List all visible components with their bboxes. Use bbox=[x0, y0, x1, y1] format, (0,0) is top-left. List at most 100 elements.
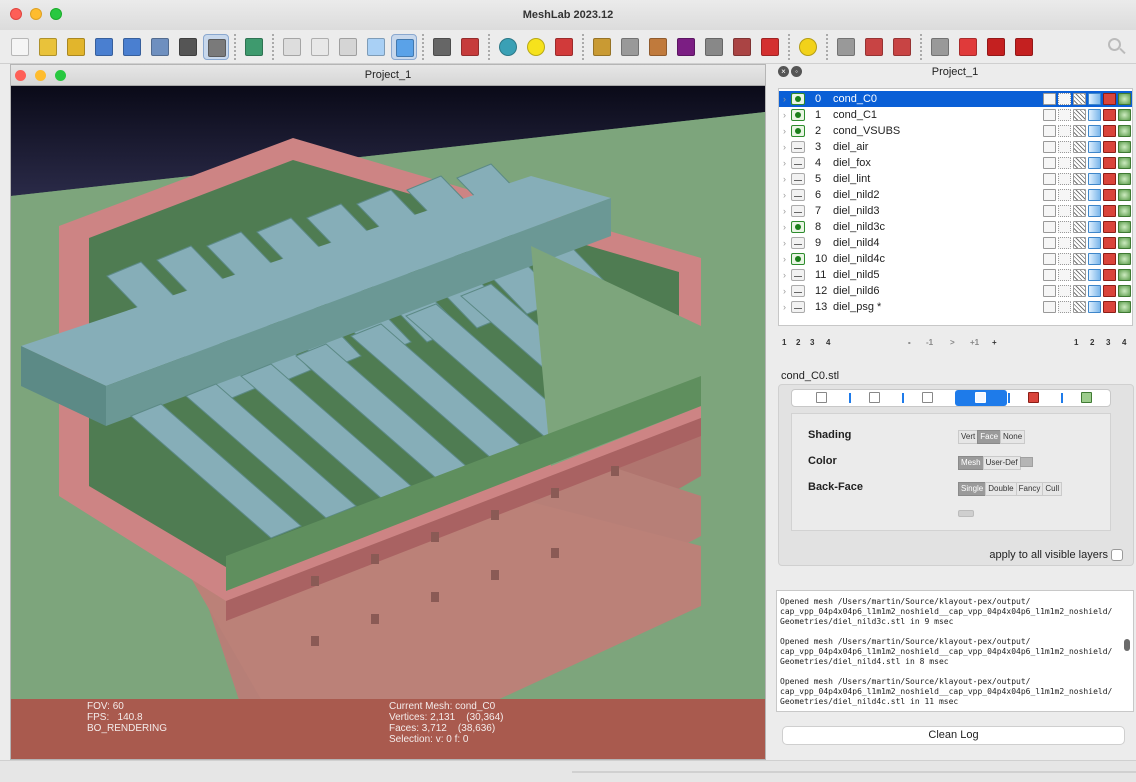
smooth-icon[interactable] bbox=[1088, 173, 1101, 185]
expand-arrow-icon[interactable]: › bbox=[783, 187, 786, 203]
texture-icon[interactable] bbox=[1103, 173, 1116, 185]
info-i-button[interactable] bbox=[795, 34, 821, 60]
bbox-tab[interactable] bbox=[796, 390, 848, 406]
layer-row[interactable]: › 0 cond_C0 bbox=[779, 91, 1132, 107]
layers-button[interactable] bbox=[203, 34, 229, 60]
decorator-tab[interactable] bbox=[1061, 390, 1113, 406]
grid-button[interactable] bbox=[429, 34, 455, 60]
eye-closed-icon[interactable] bbox=[791, 173, 805, 185]
tag-control[interactable]: - bbox=[908, 338, 911, 347]
smooth-icon[interactable] bbox=[1088, 141, 1101, 153]
smooth-icon[interactable] bbox=[1088, 93, 1101, 105]
smooth-icon[interactable] bbox=[1088, 157, 1101, 169]
expand-arrow-icon[interactable]: › bbox=[783, 219, 786, 235]
layer-row[interactable]: › 10 diel_nild4c bbox=[779, 251, 1132, 267]
expand-arrow-icon[interactable]: › bbox=[783, 235, 786, 251]
select-vertices-button[interactable] bbox=[701, 34, 727, 60]
eye-closed-icon[interactable] bbox=[791, 205, 805, 217]
panel-float-button[interactable]: ◦ bbox=[791, 66, 802, 77]
layer-row[interactable]: › 5 diel_lint bbox=[779, 171, 1132, 187]
export-mesh-button[interactable] bbox=[147, 34, 173, 60]
expand-arrow-icon[interactable]: › bbox=[783, 155, 786, 171]
tag-control[interactable]: 4 bbox=[826, 338, 830, 347]
points-icon[interactable] bbox=[1058, 93, 1071, 105]
decorator-icon[interactable] bbox=[1118, 237, 1131, 249]
smooth-icon[interactable] bbox=[1088, 253, 1101, 265]
texture-icon[interactable] bbox=[1103, 285, 1116, 297]
eye-open-icon[interactable] bbox=[791, 93, 805, 105]
wireframe-icon[interactable] bbox=[1073, 125, 1086, 137]
delete-all-button[interactable] bbox=[1011, 34, 1037, 60]
option-single[interactable]: Single bbox=[958, 482, 987, 496]
points-icon[interactable] bbox=[1058, 301, 1071, 313]
eye-closed-icon[interactable] bbox=[791, 189, 805, 201]
wireframe-icon[interactable] bbox=[1073, 301, 1086, 313]
expand-arrow-icon[interactable]: › bbox=[783, 267, 786, 283]
decorator-icon[interactable] bbox=[1118, 205, 1131, 217]
option-mesh[interactable]: Mesh bbox=[958, 456, 984, 470]
layer-row[interactable]: › 1 cond_C1 bbox=[779, 107, 1132, 123]
bbox-icon[interactable] bbox=[1043, 125, 1056, 137]
select-clear-button[interactable] bbox=[927, 34, 953, 60]
option-vert[interactable]: Vert bbox=[958, 430, 979, 444]
apply-all-checkbox[interactable] bbox=[1111, 549, 1123, 562]
decorator-icon[interactable] bbox=[1118, 269, 1131, 281]
solid-tab[interactable] bbox=[955, 390, 1007, 406]
reload-all-button[interactable] bbox=[119, 34, 145, 60]
axes-button[interactable] bbox=[551, 34, 577, 60]
wireframe-tab[interactable] bbox=[902, 390, 954, 406]
3d-viewport[interactable] bbox=[11, 86, 765, 699]
wireframe-icon[interactable] bbox=[1073, 109, 1086, 121]
decorator-icon[interactable] bbox=[1118, 125, 1131, 137]
texture-icon[interactable] bbox=[1103, 269, 1116, 281]
decorator-icon[interactable] bbox=[1118, 109, 1131, 121]
layer-row[interactable]: › 12 diel_nild6 bbox=[779, 283, 1132, 299]
tag-control[interactable]: + bbox=[992, 338, 997, 347]
subwindow-maximize-button[interactable] bbox=[55, 70, 66, 81]
expand-arrow-icon[interactable]: › bbox=[783, 251, 786, 267]
wireframe-icon[interactable] bbox=[1073, 269, 1086, 281]
expand-arrow-icon[interactable]: › bbox=[783, 203, 786, 219]
option-none[interactable]: None bbox=[1000, 430, 1026, 444]
log-window[interactable]: Opened mesh /Users/martin/Source/klayout… bbox=[776, 590, 1134, 712]
smooth-icon[interactable] bbox=[1088, 285, 1101, 297]
trackball-button[interactable] bbox=[495, 34, 521, 60]
raster-button[interactable] bbox=[241, 34, 267, 60]
smooth-icon[interactable] bbox=[1088, 301, 1101, 313]
bbox-icon[interactable] bbox=[1043, 269, 1056, 281]
tag-control[interactable]: +1 bbox=[970, 338, 979, 347]
info-a-button[interactable] bbox=[523, 34, 549, 60]
bbox-icon[interactable] bbox=[1043, 301, 1056, 313]
tag-control[interactable]: 2 bbox=[796, 338, 800, 347]
bbox-icon[interactable] bbox=[1043, 221, 1056, 233]
points-icon[interactable] bbox=[1058, 141, 1071, 153]
texture-icon[interactable] bbox=[1103, 109, 1116, 121]
minimize-window-button[interactable] bbox=[30, 8, 42, 20]
bbox-icon[interactable] bbox=[1043, 253, 1056, 265]
wireframe-icon[interactable] bbox=[1073, 157, 1086, 169]
bbox-icon[interactable] bbox=[1043, 173, 1056, 185]
texture-tab[interactable] bbox=[1008, 390, 1060, 406]
smooth-icon[interactable] bbox=[1088, 269, 1101, 281]
points-icon[interactable] bbox=[1058, 285, 1071, 297]
smooth-icon[interactable] bbox=[1088, 189, 1101, 201]
points-icon[interactable] bbox=[1058, 125, 1071, 137]
texture-icon[interactable] bbox=[1103, 93, 1116, 105]
texture-icon[interactable] bbox=[1103, 189, 1116, 201]
points-icon[interactable] bbox=[1058, 269, 1071, 281]
layer-row[interactable]: › 9 diel_nild4 bbox=[779, 235, 1132, 251]
option-cull[interactable]: Cull bbox=[1042, 482, 1063, 496]
wireframe-icon[interactable] bbox=[1073, 237, 1086, 249]
reload-button[interactable] bbox=[91, 34, 117, 60]
tag-control[interactable]: 3 bbox=[810, 338, 814, 347]
wireframe-icon[interactable] bbox=[1073, 221, 1086, 233]
select-faces-button[interactable] bbox=[729, 34, 755, 60]
smooth-shading-button[interactable] bbox=[391, 34, 417, 60]
decorator-icon[interactable] bbox=[1118, 189, 1131, 201]
tag-control[interactable]: 1 bbox=[1074, 338, 1078, 347]
smooth-icon[interactable] bbox=[1088, 125, 1101, 137]
points-icon[interactable] bbox=[1058, 253, 1071, 265]
smooth-icon[interactable] bbox=[1088, 109, 1101, 121]
select-more-button[interactable] bbox=[889, 34, 915, 60]
option-user-def[interactable]: User-Def bbox=[982, 456, 1021, 470]
